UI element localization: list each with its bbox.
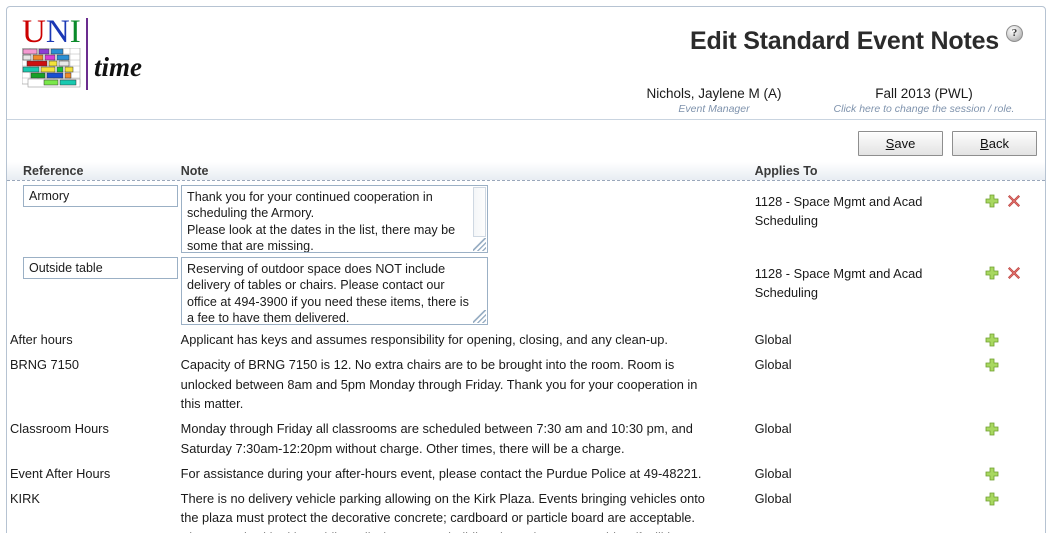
- reference-input[interactable]: [23, 257, 178, 279]
- standard-event-notes-table: Reference Note Applies To 1128 - Space M…: [7, 162, 1045, 533]
- add-icon[interactable]: [985, 422, 999, 436]
- table-row: BRNG 7150 Capacity of BRNG 7150 is 12. No…: [7, 350, 1045, 414]
- reference-input[interactable]: [23, 185, 178, 207]
- table-row: After hours Applicant has keys and assume…: [7, 325, 1045, 350]
- cell-applies-to: 1128 - Space Mgmt and Acad Scheduling: [754, 266, 923, 300]
- back-accel: B: [980, 136, 989, 151]
- note-textarea-wrapper: [181, 185, 488, 253]
- add-icon[interactable]: [985, 333, 999, 347]
- delete-icon[interactable]: [1007, 266, 1021, 280]
- cell-actions: [985, 419, 1045, 436]
- column-header-applies-to: Applies To: [754, 164, 818, 178]
- cell-note: Capacity of BRNG 7150 is 12. No extra ch…: [180, 356, 698, 412]
- column-header-actions: [985, 178, 1045, 180]
- page-title: Edit Standard Event Notes: [690, 27, 999, 55]
- logo-letter-u: U: [22, 14, 46, 50]
- add-icon[interactable]: [985, 266, 999, 280]
- cell-applies-to: Global: [754, 490, 792, 506]
- cell-applies-to: Global: [754, 356, 792, 372]
- page-root: UNI time Edit Standard Event Notes ? Nic…: [0, 0, 1062, 533]
- cell-reference: Event After Hours: [10, 465, 111, 481]
- action-button-bar: Save Back: [858, 131, 1037, 156]
- user-name: Nichols, Jaylene M (A): [646, 86, 782, 101]
- add-icon[interactable]: [985, 194, 999, 208]
- table-row: Event After Hours For assistance during y…: [7, 459, 1045, 484]
- logo-letter-n: N: [45, 14, 70, 50]
- save-label-rest: ave: [894, 136, 916, 151]
- cell-applies-to: Global: [754, 465, 792, 481]
- add-icon[interactable]: [985, 492, 999, 506]
- add-icon[interactable]: [985, 358, 999, 372]
- cell-actions: [985, 355, 1045, 372]
- note-textarea-scrollbar[interactable]: [473, 187, 486, 237]
- cell-actions: [985, 489, 1045, 506]
- cell-note: Applicant has keys and assumes responsib…: [180, 332, 668, 347]
- logo-time-word: time: [94, 52, 142, 82]
- table-row: 1128 - Space Mgmt and Acad Scheduling: [7, 181, 1045, 253]
- cell-reference: BRNG 7150: [10, 356, 79, 372]
- table-row: Classroom Hours Monday through Friday all…: [7, 414, 1045, 459]
- cell-reference: [7, 257, 178, 279]
- note-textarea-resize-grip[interactable]: [473, 310, 486, 323]
- column-header-reference: Reference: [23, 164, 84, 178]
- cell-note: There is no delivery vehicle parking all…: [180, 490, 705, 533]
- note-textarea[interactable]: [181, 185, 488, 253]
- note-textarea-resize-grip[interactable]: [473, 238, 486, 251]
- session-name: Fall 2013 (PWL): [875, 86, 973, 101]
- cell-actions: [985, 464, 1045, 481]
- logo-letter-i: I: [69, 14, 81, 50]
- static-rows-container: After hours Applicant has keys and assume…: [7, 325, 1045, 533]
- unitime-logo: UNI time: [18, 16, 143, 96]
- note-textarea[interactable]: [181, 257, 488, 325]
- logo-wordmark: UNI: [22, 16, 81, 49]
- cell-note: Monday through Friday all classrooms are…: [180, 421, 693, 456]
- note-textarea-wrapper: [181, 257, 488, 325]
- save-button[interactable]: Save: [858, 131, 943, 156]
- delete-icon[interactable]: [1007, 194, 1021, 208]
- cell-actions: [985, 330, 1045, 347]
- cell-reference: KIRK: [10, 490, 40, 506]
- cell-actions: [985, 185, 1045, 208]
- header-divider: [7, 119, 1045, 120]
- logo-divider-bar: [86, 18, 88, 90]
- table-header-row: Reference Note Applies To: [7, 162, 1045, 181]
- help-icon[interactable]: ?: [1006, 25, 1023, 42]
- logo-timetable-grid-icon: [22, 48, 81, 88]
- cell-note: For assistance during your after-hours e…: [180, 465, 702, 481]
- cell-reference: After hours: [10, 332, 73, 347]
- cell-note: [170, 257, 741, 325]
- back-button[interactable]: Back: [952, 131, 1037, 156]
- cell-applies-to: 1128 - Space Mgmt and Acad Scheduling: [754, 194, 923, 228]
- cell-note: [170, 185, 741, 253]
- save-accel: S: [885, 136, 895, 151]
- page-header: UNI time Edit Standard Event Notes ? Nic…: [7, 7, 1045, 120]
- user-cell: Nichols, Jaylene M (A) Event Manager: [609, 85, 819, 116]
- table-row: 1128 - Space Mgmt and Acad Scheduling: [7, 253, 1045, 325]
- back-label-rest: ack: [988, 136, 1009, 151]
- cell-actions: [985, 257, 1045, 280]
- cell-applies-to: Global: [754, 421, 792, 437]
- change-session-link[interactable]: Click here to change the session / role.: [819, 102, 1029, 116]
- cell-applies-to: Global: [754, 332, 792, 347]
- session-cell: Fall 2013 (PWL) Click here to change the…: [819, 85, 1029, 116]
- column-header-note: Note: [180, 164, 209, 178]
- add-icon[interactable]: [985, 467, 999, 481]
- table-row: KIRK There is no delivery vehicle parking…: [7, 484, 1045, 533]
- user-session-box: Nichols, Jaylene M (A) Event Manager Fal…: [609, 85, 1029, 116]
- cell-reference: Classroom Hours: [10, 421, 109, 437]
- page-content: UNI time Edit Standard Event Notes ? Nic…: [7, 7, 1045, 533]
- cell-reference: [7, 185, 178, 207]
- user-role: Event Manager: [678, 103, 750, 115]
